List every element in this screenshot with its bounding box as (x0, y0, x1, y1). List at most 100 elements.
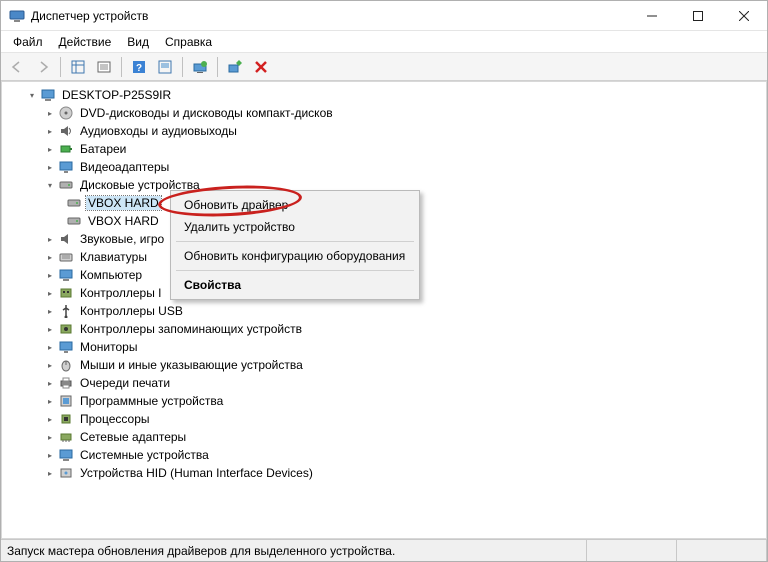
expand-icon[interactable]: ▸ (44, 269, 56, 281)
expand-icon[interactable]: ▸ (44, 431, 56, 443)
device-tree[interactable]: ▾ DESKTOP-P25S9IR ▸ DVD-дисководы и диск… (1, 81, 767, 539)
context-update-driver[interactable]: Обновить драйвер (174, 194, 416, 216)
toolbar: ? (1, 53, 767, 81)
expand-icon[interactable]: ▸ (44, 143, 56, 155)
usb-icon (58, 303, 74, 319)
maximize-button[interactable] (675, 1, 721, 31)
tree-label: Видеоадаптеры (78, 160, 171, 174)
help-button[interactable]: ? (127, 55, 151, 79)
tree-label: Программные устройства (78, 394, 225, 408)
expand-icon[interactable]: ▸ (44, 251, 56, 263)
expand-icon[interactable]: ▸ (44, 467, 56, 479)
expand-icon[interactable]: ▸ (44, 323, 56, 335)
toolbar-separator (217, 57, 218, 77)
forward-button[interactable] (31, 55, 55, 79)
back-button[interactable] (5, 55, 29, 79)
context-menu: Обновить драйвер Удалить устройство Обно… (170, 190, 420, 300)
tree-label: Батареи (78, 142, 128, 156)
menu-help[interactable]: Справка (157, 33, 220, 51)
software-device-icon (58, 393, 74, 409)
collapse-icon[interactable]: ▾ (44, 179, 56, 191)
tree-category-video[interactable]: ▸ Видеоадаптеры (8, 158, 766, 176)
keyboard-icon (58, 249, 74, 265)
display-adapter-icon (58, 159, 74, 175)
show-hidden-button[interactable] (66, 55, 90, 79)
toolbar-separator (121, 57, 122, 77)
context-remove-device[interactable]: Удалить устройство (174, 216, 416, 238)
expand-icon[interactable]: ▸ (44, 161, 56, 173)
tree-category-mice[interactable]: ▸ Мыши и иные указывающие устройства (8, 356, 766, 374)
expand-icon[interactable]: ▸ (44, 377, 56, 389)
disk-icon (66, 195, 82, 211)
tree-label: Мыши и иные указывающие устройства (78, 358, 305, 372)
expand-icon[interactable]: ▸ (44, 449, 56, 461)
scan-hardware-button[interactable] (223, 55, 247, 79)
tree-label: Звуковые, игро (78, 232, 166, 246)
window-controls (629, 1, 767, 30)
menu-view[interactable]: Вид (119, 33, 157, 51)
tree-category-soft[interactable]: ▸ Программные устройства (8, 392, 766, 410)
svg-text:?: ? (136, 63, 142, 74)
tree-category-monitors[interactable]: ▸ Мониторы (8, 338, 766, 356)
menu-action[interactable]: Действие (51, 33, 120, 51)
expand-icon[interactable]: ▸ (44, 395, 56, 407)
network-icon (58, 429, 74, 445)
uninstall-button[interactable] (249, 55, 273, 79)
close-button[interactable] (721, 1, 767, 31)
tree-category-dvd[interactable]: ▸ DVD-дисководы и дисководы компакт-диск… (8, 104, 766, 122)
expand-icon[interactable]: ▸ (44, 287, 56, 299)
tree-category-print[interactable]: ▸ Очереди печати (8, 374, 766, 392)
tree-label: DVD-дисководы и дисководы компакт-дисков (78, 106, 335, 120)
computer-icon (40, 87, 56, 103)
expand-icon[interactable]: ▸ (44, 341, 56, 353)
tree-category-audio[interactable]: ▸ Аудиовходы и аудиовыходы (8, 122, 766, 140)
tree-label: Устройства HID (Human Interface Devices) (78, 466, 315, 480)
printer-icon (58, 375, 74, 391)
toolbar-separator (182, 57, 183, 77)
window-title: Диспетчер устройств (31, 9, 629, 23)
disk-icon (66, 213, 82, 229)
disk-icon (58, 177, 74, 193)
system-device-icon (58, 447, 74, 463)
computer-icon (58, 267, 74, 283)
tree-category-battery[interactable]: ▸ Батареи (8, 140, 766, 158)
tree-label: Компьютер (78, 268, 144, 282)
tree-category-hid[interactable]: ▸ Устройства HID (Human Interface Device… (8, 464, 766, 482)
expand-icon[interactable]: ▸ (44, 359, 56, 371)
toolbar-button[interactable] (153, 55, 177, 79)
context-separator (176, 270, 414, 271)
expand-icon[interactable]: ▸ (44, 107, 56, 119)
tree-label: Контроллеры запоминающих устройств (78, 322, 304, 336)
context-properties[interactable]: Свойства (174, 274, 416, 296)
menu-file[interactable]: Файл (5, 33, 51, 51)
tree-label: Контроллеры USB (78, 304, 185, 318)
status-segment (587, 540, 677, 561)
battery-icon (58, 141, 74, 157)
tree-category-network[interactable]: ▸ Сетевые адаптеры (8, 428, 766, 446)
expand-icon[interactable]: ▸ (44, 413, 56, 425)
tree-root[interactable]: ▾ DESKTOP-P25S9IR (8, 86, 766, 104)
menubar: Файл Действие Вид Справка (1, 31, 767, 53)
monitor-icon (58, 339, 74, 355)
expand-icon[interactable]: ▸ (44, 125, 56, 137)
minimize-button[interactable] (629, 1, 675, 31)
tree-category-cpu[interactable]: ▸ Процессоры (8, 410, 766, 428)
tree-category-system[interactable]: ▸ Системные устройства (8, 446, 766, 464)
tree-label: Сетевые адаптеры (78, 430, 188, 444)
context-scan-hardware[interactable]: Обновить конфигурацию оборудования (174, 245, 416, 267)
sound-icon (58, 231, 74, 247)
update-driver-button[interactable] (188, 55, 212, 79)
status-text: Запуск мастера обновления драйверов для … (1, 540, 587, 561)
expand-icon[interactable]: ▸ (44, 305, 56, 317)
expand-icon[interactable]: ▸ (44, 233, 56, 245)
collapse-icon[interactable]: ▾ (26, 89, 38, 101)
properties-button[interactable] (92, 55, 116, 79)
dvd-icon (58, 105, 74, 121)
storage-controller-icon (58, 321, 74, 337)
cpu-icon (58, 411, 74, 427)
app-icon (9, 8, 25, 24)
tree-category-usb[interactable]: ▸ Контроллеры USB (8, 302, 766, 320)
tree-label: Мониторы (78, 340, 139, 354)
tree-category-storage[interactable]: ▸ Контроллеры запоминающих устройств (8, 320, 766, 338)
controller-icon (58, 285, 74, 301)
